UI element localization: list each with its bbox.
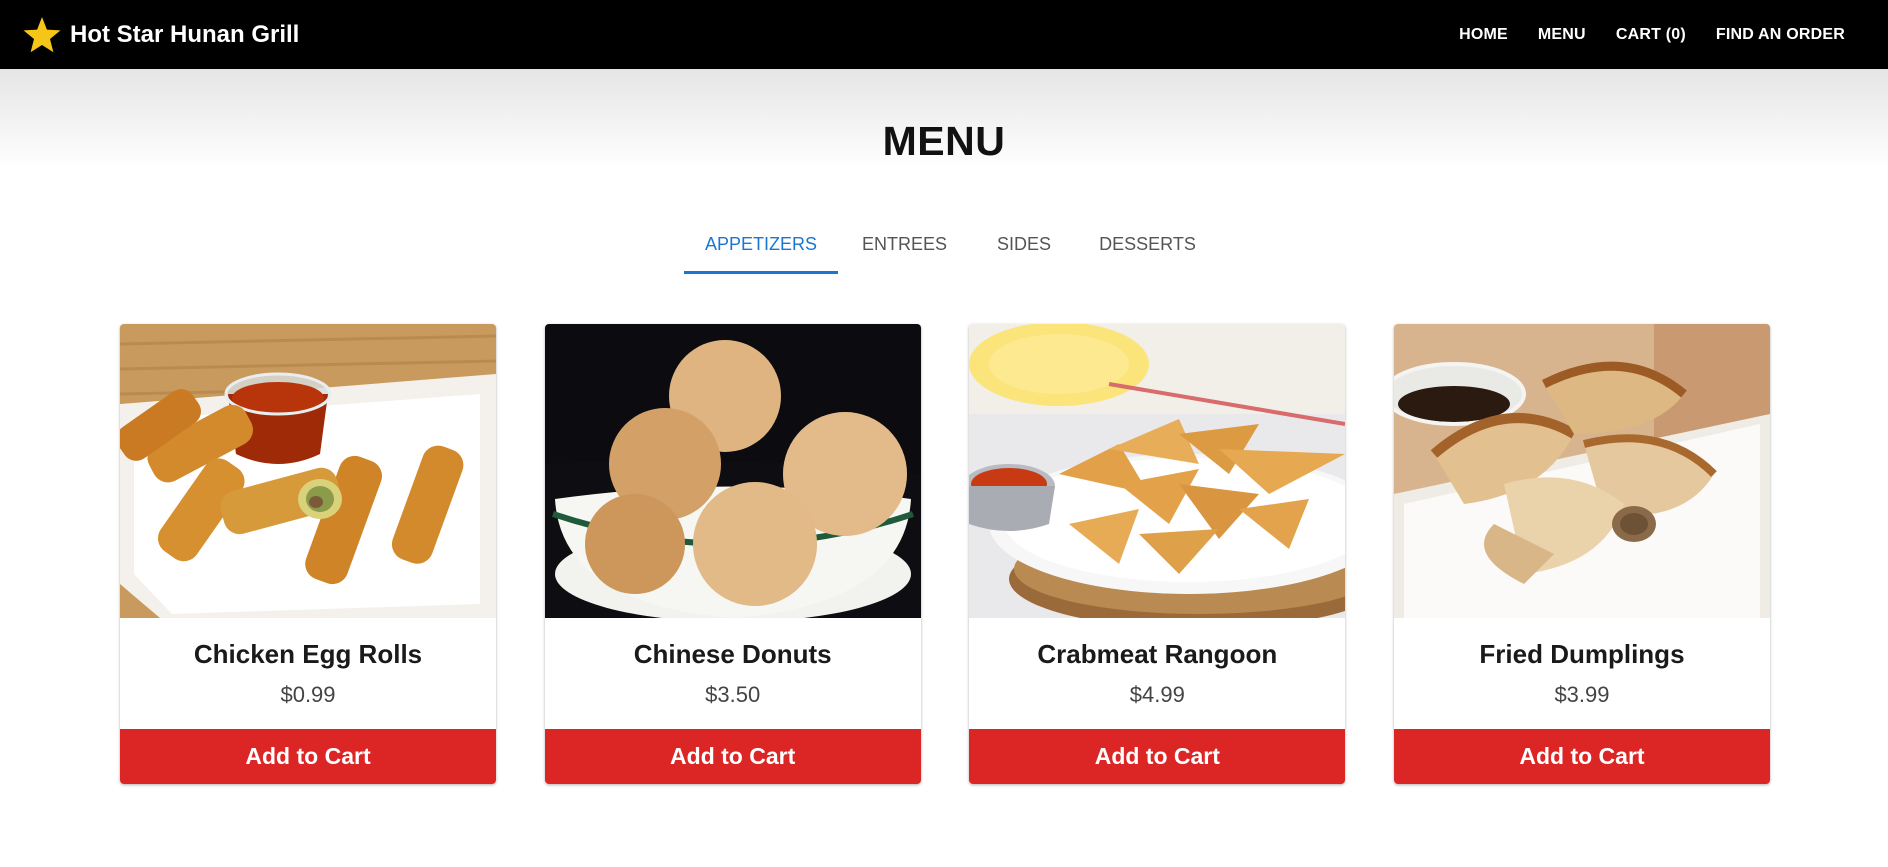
item-price: $3.50 [705, 682, 761, 707]
page-title: MENU [882, 118, 1006, 164]
brand-name: Hot Star Hunan Grill [70, 20, 300, 48]
nav-home-link[interactable]: HOME [1459, 26, 1508, 44]
menu-card: Chinese Donuts $3.50 Add to Cart [544, 324, 921, 784]
add-to-cart-button[interactable]: Add to Cart [969, 729, 1346, 784]
item-price: $3.99 [1554, 682, 1610, 707]
tab-entrees[interactable]: ENTREES [838, 222, 971, 274]
donuts-image [544, 324, 921, 618]
top-navbar: Hot Star Hunan Grill HOME MENU CART (0) … [0, 0, 1888, 69]
image-watermark: life as a lofthouse [370, 594, 469, 607]
item-price: $0.99 [280, 682, 336, 707]
tab-sides[interactable]: SIDES [971, 222, 1077, 274]
tab-appetizers[interactable]: APPETIZERS [684, 222, 838, 274]
star-icon [22, 15, 62, 55]
item-name: Fried Dumplings [1479, 639, 1685, 669]
add-to-cart-button[interactable]: Add to Cart [120, 729, 496, 784]
nav-find-order-link[interactable]: FIND AN ORDER [1716, 26, 1845, 44]
egg-rolls-image: life as a lofthouse [120, 324, 496, 618]
tab-desserts[interactable]: DESSERTS [1077, 222, 1218, 274]
nav-menu-link[interactable]: MENU [1538, 26, 1586, 44]
brand-link[interactable]: Hot Star Hunan Grill [22, 15, 299, 55]
item-name: Crabmeat Rangoon [1037, 639, 1278, 669]
item-name: Chinese Donuts [633, 639, 832, 669]
item-name: Chicken Egg Rolls [193, 639, 423, 669]
menu-grid: life as a lofthouse Chicken Egg Rolls $0… [120, 324, 1770, 784]
crabmeat-rangoon-image [969, 324, 1346, 618]
item-price: $4.99 [1129, 682, 1185, 707]
add-to-cart-button[interactable]: Add to Cart [1393, 729, 1770, 784]
menu-card: life as a lofthouse Chicken Egg Rolls $0… [120, 324, 496, 784]
menu-card: Fried Dumplings $3.99 Add to Cart [1393, 324, 1770, 784]
menu-card: Crabmeat Rangoon $4.99 Add to Cart [969, 324, 1346, 784]
main-nav: HOME MENU CART (0) FIND AN ORDER [1429, 26, 1845, 44]
category-tabs: APPETIZERS ENTREES SIDES DESSERTS [684, 222, 1218, 274]
nav-cart-link[interactable]: CART (0) [1616, 26, 1686, 44]
add-to-cart-button[interactable]: Add to Cart [544, 729, 921, 784]
fried-dumplings-image [1393, 324, 1770, 618]
